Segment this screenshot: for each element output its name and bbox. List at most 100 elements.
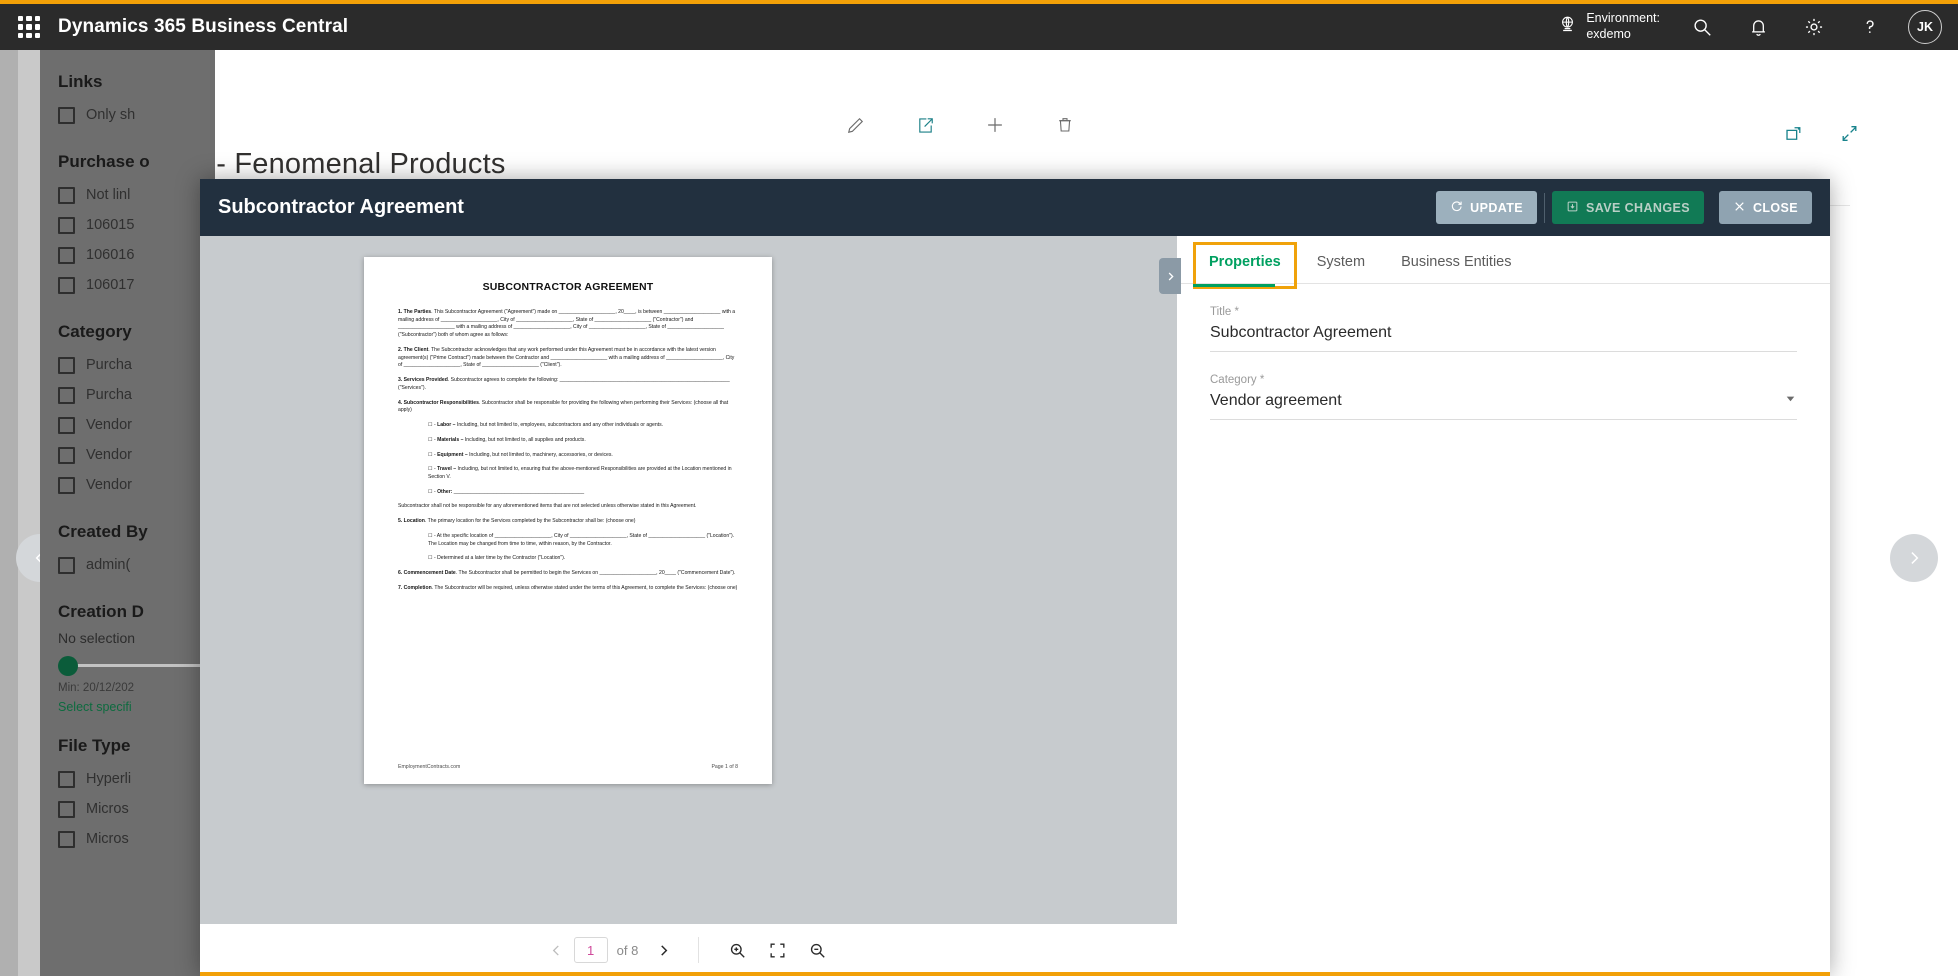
filter-group-purchase-order: Purchase o Not linl 106015 106016 106017: [58, 152, 215, 300]
environment-indicator[interactable]: Environment: exdemo: [1544, 2, 1674, 52]
filter-item[interactable]: Purcha: [58, 380, 215, 410]
filter-item-label: Micros: [86, 831, 129, 847]
edit-pencil-icon[interactable]: [840, 110, 870, 140]
properties-tabs: Properties System Business Entities: [1177, 236, 1830, 284]
tab-system[interactable]: System: [1299, 254, 1383, 283]
slider-track: [64, 664, 209, 667]
filter-item[interactable]: 106015: [58, 210, 215, 240]
filter-item[interactable]: Micros: [58, 824, 215, 854]
share-icon[interactable]: [910, 110, 940, 140]
filter-item[interactable]: Purcha: [58, 350, 215, 380]
filter-item[interactable]: Only sh: [58, 100, 215, 130]
checkbox-icon[interactable]: [58, 447, 75, 464]
filter-heading: Links: [58, 72, 215, 92]
page-number-input[interactable]: [574, 937, 608, 963]
checkbox-icon[interactable]: [58, 801, 75, 818]
checkbox-icon[interactable]: [58, 771, 75, 788]
filter-heading: Creation D: [58, 602, 215, 622]
tab-business-entities[interactable]: Business Entities: [1383, 254, 1529, 283]
filter-item-label: 106017: [86, 277, 134, 293]
document-footer: EmploymentContracts.com Page 1 of 8: [398, 764, 738, 770]
zoom-in-icon[interactable]: [717, 933, 757, 967]
document-paragraph: 3. Services Provided. Subcontractor agre…: [398, 377, 738, 392]
panel-collapse-toggle[interactable]: [1159, 258, 1181, 294]
page-edge-shade-inner: [18, 50, 40, 976]
checkbox-icon[interactable]: [58, 417, 75, 434]
app-title: Dynamics 365 Business Central: [58, 16, 348, 38]
creation-date-selection-text: No selection: [58, 630, 215, 646]
modal-header: Subcontractor Agreement UPDATE: [200, 179, 1830, 236]
search-icon[interactable]: [1674, 2, 1730, 52]
app-root: Dynamics 365 Business Central Environmen…: [0, 0, 1958, 976]
tab-properties[interactable]: Properties: [1191, 254, 1299, 283]
update-button[interactable]: UPDATE: [1436, 191, 1537, 224]
modal-bottom-accent: [200, 972, 1830, 976]
creation-date-min-label: Min: 20/12/202: [58, 682, 215, 694]
checkbox-icon[interactable]: [58, 831, 75, 848]
tab-business-entities-label: Business Entities: [1401, 254, 1511, 270]
select-specific-date-link[interactable]: Select specifi: [58, 700, 215, 714]
collapse-icon[interactable]: [1834, 118, 1864, 148]
checkbox-icon[interactable]: [58, 247, 75, 264]
gear-icon[interactable]: [1786, 2, 1842, 52]
filter-heading: Category: [58, 322, 215, 342]
filter-item[interactable]: Not linl: [58, 180, 215, 210]
app-launcher-icon[interactable]: [18, 16, 40, 38]
toolbar-divider: [698, 937, 699, 963]
fit-to-screen-icon[interactable]: [757, 933, 797, 967]
slider-handle[interactable]: [58, 656, 78, 676]
field-category-label: Category *: [1210, 374, 1797, 386]
document-checkbox-item: ☐ - Determined at a later time by the Co…: [428, 555, 738, 563]
zoom-out-icon[interactable]: [797, 933, 837, 967]
checkbox-icon[interactable]: [58, 387, 75, 404]
caret-down-icon[interactable]: [1784, 392, 1797, 410]
filter-item[interactable]: Vendor: [58, 410, 215, 440]
filter-item[interactable]: 106017: [58, 270, 215, 300]
page-action-toolbar: [840, 110, 1080, 140]
next-page-button[interactable]: [646, 933, 680, 967]
document-title: SUBCONTRACTOR AGREEMENT: [398, 281, 738, 293]
tab-system-label: System: [1317, 254, 1365, 270]
question-mark-icon[interactable]: [1842, 2, 1898, 52]
filter-item-label: admin(: [86, 557, 130, 573]
checkbox-icon[interactable]: [58, 357, 75, 374]
close-x-icon: [1733, 200, 1746, 216]
open-in-new-window-icon[interactable]: [1778, 118, 1808, 148]
bell-icon[interactable]: [1730, 2, 1786, 52]
filter-item[interactable]: Hyperli: [58, 764, 215, 794]
checkbox-icon[interactable]: [58, 277, 75, 294]
filter-item[interactable]: admin(: [58, 550, 215, 580]
checkbox-icon[interactable]: [58, 217, 75, 234]
creation-date-slider[interactable]: [58, 654, 208, 676]
refresh-icon: [1450, 200, 1463, 216]
chevron-right-icon[interactable]: [1890, 534, 1938, 582]
filter-item-label: Vendor: [86, 477, 132, 493]
document-paragraph: Subcontractor shall not be responsible f…: [398, 503, 738, 511]
close-button-label: CLOSE: [1753, 201, 1798, 215]
add-icon[interactable]: [980, 110, 1010, 140]
filter-item[interactable]: Vendor: [58, 470, 215, 500]
previous-page-button[interactable]: [540, 933, 574, 967]
save-changes-button[interactable]: SAVE CHANGES: [1552, 191, 1704, 224]
filter-item[interactable]: 106016: [58, 240, 215, 270]
document-paragraph: 6. Commencement Date. The Subcontractor …: [398, 570, 738, 578]
checkbox-icon[interactable]: [58, 187, 75, 204]
category-select[interactable]: Vendor agreement: [1210, 392, 1797, 420]
filter-heading: Created By: [58, 522, 215, 542]
tab-properties-label: Properties: [1209, 254, 1281, 270]
pdf-toolbar: of 8: [200, 924, 1177, 976]
close-button[interactable]: CLOSE: [1719, 191, 1812, 224]
checkbox-icon[interactable]: [58, 107, 75, 124]
filter-item[interactable]: Vendor: [58, 440, 215, 470]
avatar[interactable]: JK: [1908, 10, 1942, 44]
save-changes-button-label: SAVE CHANGES: [1586, 201, 1690, 215]
checkbox-icon[interactable]: [58, 557, 75, 574]
delete-icon[interactable]: [1050, 110, 1080, 140]
filter-group-file-type: File Type Hyperli Micros Micros: [58, 736, 215, 854]
button-separator: [1711, 193, 1712, 223]
checkbox-icon[interactable]: [58, 477, 75, 494]
filter-item-label: Not linl: [86, 187, 130, 203]
filter-group-creation-date: Creation D No selection Min: 20/12/202 S…: [58, 602, 215, 714]
filter-item[interactable]: Micros: [58, 794, 215, 824]
title-input[interactable]: [1210, 324, 1797, 352]
